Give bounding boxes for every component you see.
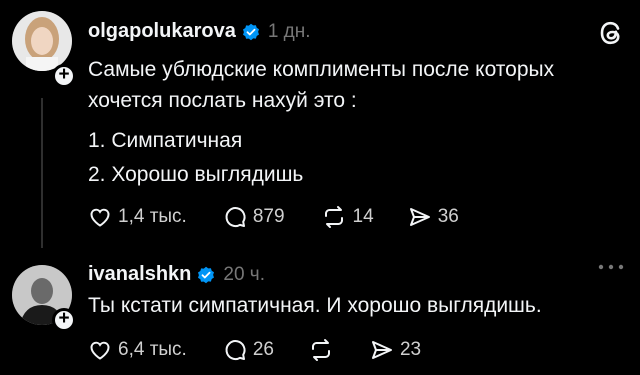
post-list-item-2: 2. Хорошо выглядишь: [88, 163, 304, 186]
comment-icon: [225, 207, 246, 228]
share-button[interactable]: 23: [370, 338, 421, 362]
thread-line: [41, 98, 43, 248]
heart-icon: [90, 341, 110, 360]
heart-icon: [90, 208, 110, 227]
share-icon: [371, 341, 392, 359]
repost-icon: [311, 339, 330, 361]
post-text-line-2: хочется послать нахуй это :: [88, 89, 357, 112]
repost-count: 14: [352, 206, 374, 227]
post-list-item-1: 1. Симпатичная: [88, 129, 243, 152]
share-icon: [409, 208, 430, 226]
comment-button[interactable]: 26: [223, 338, 274, 362]
share-count: 23: [399, 339, 422, 360]
comment-count: 879: [252, 206, 285, 227]
more-icon[interactable]: [597, 262, 625, 272]
verified-icon: [198, 266, 215, 283]
comment-count: 26: [252, 339, 274, 360]
post-time: 20 ч.: [223, 263, 265, 285]
share-button[interactable]: 36: [408, 205, 459, 229]
repost-button[interactable]: [308, 338, 334, 362]
repost-icon: [324, 206, 343, 228]
username[interactable]: ivanalshkn: [88, 263, 191, 286]
post-actions: 1,4 тыс. 879 14 36: [88, 205, 459, 229]
post-1: + olgapolukarova 1 дн. Самые ублюдские к…: [0, 0, 640, 250]
comment-button[interactable]: 879: [223, 205, 285, 229]
post-actions: 6,4 тыс. 26 23: [88, 338, 421, 362]
like-count: 6,4 тыс.: [118, 339, 187, 360]
follow-plus-icon[interactable]: +: [52, 64, 76, 88]
share-count: 36: [437, 206, 459, 227]
comment-icon: [225, 340, 246, 361]
like-button[interactable]: 1,4 тыс.: [88, 205, 187, 229]
like-count: 1,4 тыс.: [118, 206, 187, 227]
like-button[interactable]: 6,4 тыс.: [88, 338, 187, 362]
post-time: 1 дн.: [267, 20, 311, 42]
post-text-line-1: Самые ублюдские комплименты после которы…: [88, 58, 555, 81]
post-text: Ты кстати симпатичная. И хорошо выглядиш…: [88, 294, 542, 317]
post-header: ivanalshkn 20 ч.: [88, 263, 265, 286]
verified-icon: [242, 23, 259, 40]
follow-plus-icon[interactable]: +: [52, 308, 76, 332]
avatar[interactable]: [12, 11, 72, 71]
username[interactable]: olgapolukarova: [88, 20, 236, 43]
post-header: olgapolukarova 1 дн.: [88, 20, 311, 43]
repost-button[interactable]: 14: [321, 205, 374, 229]
